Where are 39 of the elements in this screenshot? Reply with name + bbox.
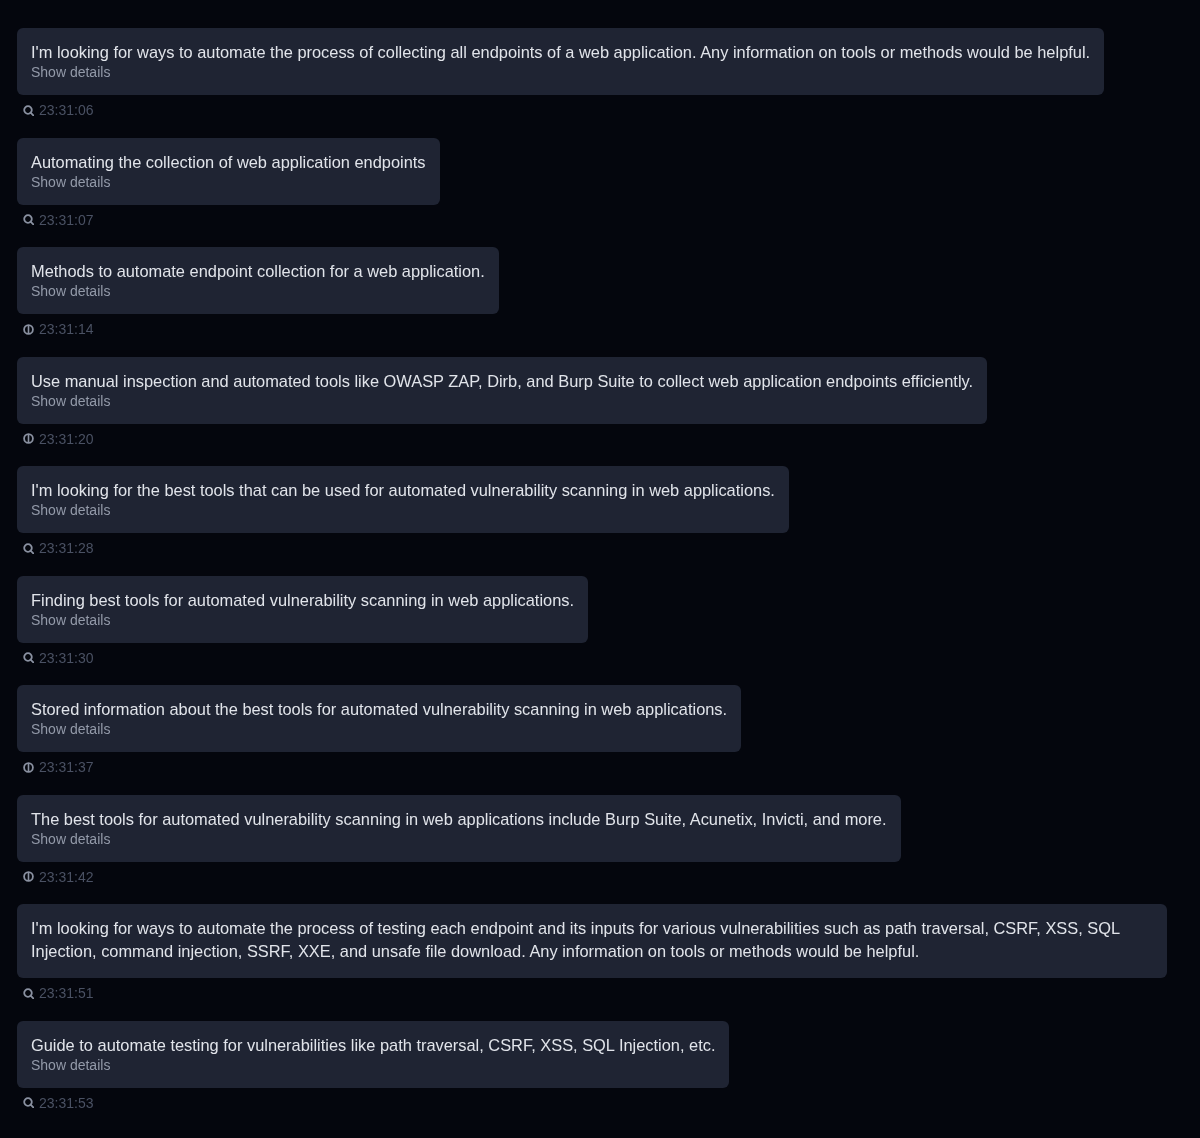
- message-text: Use manual inspection and automated tools like OWASP ZAP, Dirb, and Burp Suite to collect web application endpoints efficiently.: [31, 370, 974, 392]
- show-details-link[interactable]: Show details: [31, 1056, 111, 1073]
- timestamp: 23:31:06: [39, 102, 94, 118]
- split-circle-icon: [23, 323, 34, 335]
- search-icon: [23, 104, 34, 116]
- timestamp: 23:31:20: [39, 430, 94, 447]
- timestamp: 23:31:28: [39, 540, 94, 556]
- split-circle-icon: [23, 761, 34, 773]
- show-details-link[interactable]: Show details: [31, 830, 111, 847]
- show-details-link[interactable]: Show details: [31, 721, 111, 737]
- show-details-link[interactable]: Show details: [31, 283, 111, 299]
- search-icon: [23, 214, 34, 225]
- search-icon: [23, 987, 34, 999]
- timestamp: 23:31:14: [39, 321, 94, 337]
- timestamp: 23:31:37: [39, 759, 94, 775]
- timestamp: 23:31:53: [39, 1094, 94, 1111]
- timestamp: 23:31:07: [39, 211, 94, 228]
- message-text: I'm looking for ways to automate the process of testing each endpoint and its inputs for various vulnerabilities such as path traversal, CSRF, XSS, SQL Injection, command injection, SSRF, XXE, and unsafe file download. Any information on tools or methods would be helpful.: [31, 918, 1121, 962]
- search-icon: [23, 1097, 34, 1108]
- message-text: Methods to automate endpoint collection for a web application.: [31, 261, 485, 282]
- show-details-link[interactable]: Show details: [31, 502, 111, 518]
- message-text: Finding best tools for automated vulnerability scanning in web applications.: [31, 589, 575, 611]
- message-text: The best tools for automated vulnerability scanning in web applications include Burp Suite, Acunetix, Invicti, and more.: [31, 808, 887, 830]
- message-text: I'm looking for the best tools that can be used for automated vulnerability scanning in web applications.: [31, 480, 775, 501]
- search-icon: [23, 652, 34, 663]
- message-text: Automating the collection of web application endpoints: [31, 151, 426, 173]
- show-details-link[interactable]: Show details: [31, 611, 111, 628]
- show-details-link[interactable]: Show details: [31, 392, 111, 409]
- split-circle-icon: [23, 433, 34, 444]
- message-text: Stored information about the best tools for automated vulnerability scanning in web applications.: [31, 699, 728, 720]
- message-text: I'm looking for ways to automate the process of collecting all endpoints of a web application. Any information on tools or methods would be helpful.: [31, 42, 1091, 63]
- show-details-link[interactable]: Show details: [31, 64, 111, 80]
- timestamp: 23:31:51: [39, 985, 94, 1001]
- search-icon: [23, 542, 34, 554]
- split-circle-icon: [23, 871, 34, 882]
- timestamp: 23:31:30: [39, 649, 94, 666]
- message-text: Guide to automate testing for vulnerabilities like path traversal, CSRF, XSS, SQL Injection, etc.: [31, 1034, 716, 1056]
- show-details-link[interactable]: Show details: [31, 173, 111, 190]
- timestamp: 23:31:42: [39, 868, 94, 885]
